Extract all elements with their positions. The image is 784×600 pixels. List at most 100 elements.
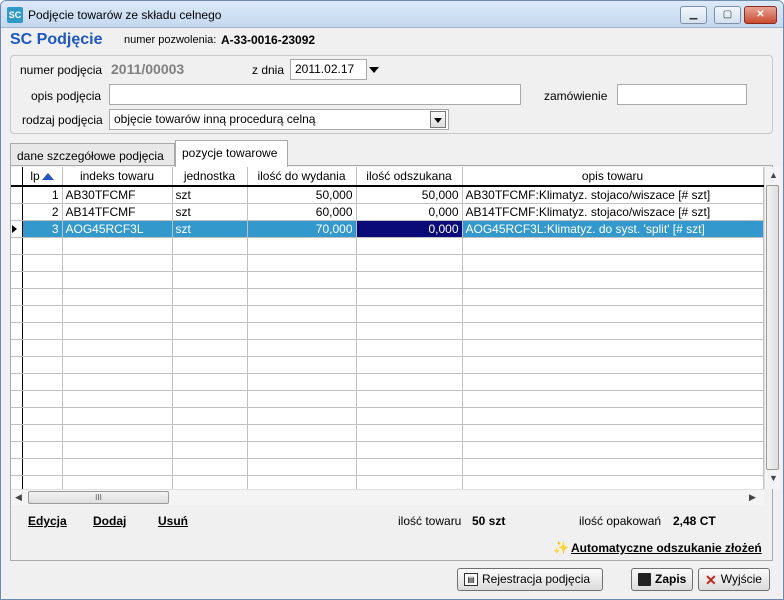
row-indicator: [11, 390, 23, 408]
register-button[interactable]: ▤ Rejestracja podjęcia: [457, 568, 603, 591]
empty-cell: [22, 356, 63, 374]
empty-cell: [247, 424, 357, 442]
cell-unit: szt: [172, 203, 248, 221]
vertical-scrollbar[interactable]: ▲ ▼: [764, 167, 780, 489]
edit-link[interactable]: Edycja: [28, 514, 67, 528]
minimize-button[interactable]: ▁: [680, 6, 707, 24]
cell-found[interactable]: 0,000: [356, 220, 463, 238]
empty-cell: [356, 475, 463, 489]
cell-qty: 50,000: [247, 186, 357, 204]
row-indicator: [11, 441, 23, 459]
type-select[interactable]: objęcie towarów inną procedurą celną: [109, 109, 449, 130]
empty-cell: [172, 458, 248, 476]
table-row-empty[interactable]: [11, 254, 764, 272]
table-row-empty[interactable]: [11, 390, 764, 408]
cell-qty: 70,000: [247, 220, 357, 238]
cell-index: AB14TFCMF: [62, 203, 173, 221]
empty-cell: [462, 237, 764, 255]
table-row-empty[interactable]: [11, 441, 764, 459]
table-row[interactable]: 1 AB30TFCMF szt 50,000 50,000 AB30TFCMF:…: [11, 186, 764, 204]
type-select-button[interactable]: [430, 111, 446, 128]
row-indicator: [11, 237, 23, 255]
table-row-empty[interactable]: [11, 356, 764, 374]
column-header-lp[interactable]: lp: [22, 167, 63, 187]
empty-cell: [172, 322, 248, 340]
empty-cell: [356, 305, 463, 323]
empty-cell: [62, 305, 173, 323]
tab-details[interactable]: dane szczegółowe podjęcia: [10, 143, 175, 166]
table-row-empty[interactable]: [11, 322, 764, 340]
scroll-left-icon[interactable]: ◀: [15, 492, 22, 503]
table-row-empty[interactable]: [11, 271, 764, 289]
horizontal-scroll-thumb[interactable]: III: [28, 491, 169, 504]
empty-cell: [22, 441, 63, 459]
empty-cell: [356, 237, 463, 255]
table-row[interactable]: 2 AB14TFCMF szt 60,000 0,000 AB14TFCMF:K…: [11, 203, 764, 221]
date-field[interactable]: 2011.02.17: [290, 59, 367, 80]
order-field[interactable]: [617, 84, 747, 105]
table-row-selected[interactable]: 3 AOG45RCF3L szt 70,000 0,000 AOG45RCF3L…: [11, 220, 764, 238]
column-header-desc[interactable]: opis towaru: [462, 167, 764, 187]
vertical-scroll-thumb[interactable]: [766, 185, 779, 470]
description-field[interactable]: [109, 84, 521, 105]
table-row-empty[interactable]: [11, 373, 764, 391]
scroll-down-icon[interactable]: ▼: [769, 473, 778, 483]
empty-cell: [356, 390, 463, 408]
table-row-empty[interactable]: [11, 475, 764, 489]
cell-found: 0,000: [356, 203, 463, 221]
column-header-index[interactable]: indeks towaru: [62, 167, 173, 187]
add-link[interactable]: Dodaj: [93, 514, 126, 528]
empty-cell: [247, 288, 357, 306]
cell-desc: AB30TFCMF:Klimatyz. stojaco/wiszace [# s…: [462, 186, 764, 204]
scroll-up-icon[interactable]: ▲: [769, 170, 778, 180]
table-row-empty[interactable]: [11, 458, 764, 476]
table-row-empty[interactable]: [11, 305, 764, 323]
table-row-empty[interactable]: [11, 424, 764, 442]
date-dropdown-icon[interactable]: [369, 67, 379, 73]
scroll-right-icon[interactable]: ▶: [749, 492, 756, 503]
empty-cell: [356, 373, 463, 391]
empty-cell: [247, 237, 357, 255]
tab-content: lp indeks towaru jednostka ilość do wyda…: [10, 165, 780, 561]
column-header-unit[interactable]: jednostka: [172, 167, 248, 187]
horizontal-scrollbar[interactable]: ◀ III ▶: [11, 489, 764, 505]
exit-button[interactable]: ✕ Wyjście: [698, 568, 770, 591]
empty-cell: [356, 458, 463, 476]
empty-cell: [462, 407, 764, 425]
pack-summary-value: 2,48 CT: [673, 514, 716, 528]
empty-cell: [356, 424, 463, 442]
empty-cell: [172, 424, 248, 442]
column-header-qty[interactable]: ilość do wydania: [247, 167, 357, 187]
empty-cell: [62, 373, 173, 391]
table-row-empty[interactable]: [11, 288, 764, 306]
empty-cell: [172, 288, 248, 306]
table-row-empty[interactable]: [11, 407, 764, 425]
table-row-empty[interactable]: [11, 237, 764, 255]
title-bar[interactable]: SC Podjęcie towarów ze składu celnego ▁ …: [1, 1, 783, 28]
cell-unit: szt: [172, 220, 248, 238]
row-indicator: [11, 424, 23, 442]
maximize-icon: ▢: [722, 9, 733, 20]
tab-items[interactable]: pozycje towarowe: [175, 140, 288, 167]
remove-link[interactable]: Usuń: [158, 514, 188, 528]
empty-cell: [22, 390, 63, 408]
pack-summary-label: ilość opakowań: [579, 514, 662, 528]
close-button[interactable]: ✕: [744, 6, 777, 24]
column-header-found[interactable]: ilość odszukana: [356, 167, 463, 187]
save-button[interactable]: Zapis: [631, 568, 693, 591]
empty-cell: [22, 305, 63, 323]
close-x-icon: ✕: [705, 571, 717, 588]
maximize-button[interactable]: ▢: [714, 6, 741, 24]
tab-bar: dane szczegółowe podjęcia pozycje towaro…: [10, 140, 780, 167]
table-row-empty[interactable]: [11, 339, 764, 357]
empty-cell: [462, 254, 764, 272]
row-indicator: [11, 220, 23, 238]
items-grid[interactable]: lp indeks towaru jednostka ilość do wyda…: [11, 167, 764, 489]
auto-find-link[interactable]: Automatyczne odszukanie złożeń: [571, 541, 762, 555]
empty-cell: [22, 339, 63, 357]
cell-index: AOG45RCF3L: [62, 220, 173, 238]
empty-cell: [247, 305, 357, 323]
empty-cell: [462, 271, 764, 289]
empty-cell: [172, 407, 248, 425]
empty-cell: [62, 339, 173, 357]
